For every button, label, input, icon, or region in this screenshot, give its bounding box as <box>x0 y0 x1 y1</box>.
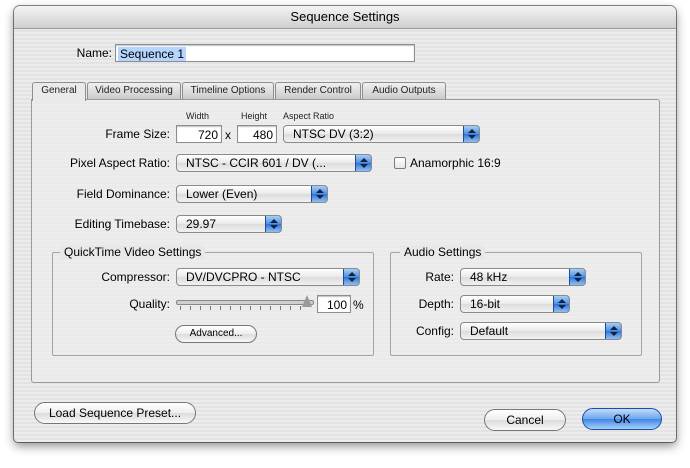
editing-timebase-value: 29.97 <box>186 217 217 231</box>
depth-value: 16-bit <box>470 297 501 311</box>
anamorphic-label: Anamorphic 16:9 <box>410 156 501 170</box>
quality-slider[interactable] <box>176 300 314 305</box>
config-value: Default <box>470 324 509 338</box>
slider-tick <box>250 306 251 310</box>
width-field[interactable]: 720 <box>176 125 222 143</box>
slider-tick <box>230 306 231 310</box>
window-title: Sequence Settings <box>14 6 676 29</box>
chevron-updown-icon <box>605 323 621 339</box>
config-label: Config: <box>415 324 454 338</box>
chevron-updown-icon <box>463 126 479 142</box>
tab-timeline-options[interactable]: Timeline Options <box>182 82 274 100</box>
tab-general[interactable]: General <box>32 82 86 101</box>
tab-video-processing[interactable]: Video Processing <box>87 82 181 100</box>
slider-thumb[interactable] <box>302 295 312 307</box>
load-sequence-preset-button[interactable]: Load Sequence Preset... <box>34 402 196 424</box>
height-column-header: Height <box>241 111 268 121</box>
slider-tick <box>290 306 291 310</box>
slider-tick <box>190 306 191 310</box>
aspect-ratio-value: NTSC DV (3:2) <box>293 127 374 141</box>
advanced-button[interactable]: Advanced... <box>175 325 257 343</box>
chevron-updown-icon <box>311 186 327 202</box>
chevron-updown-icon <box>569 269 585 285</box>
field-dominance-popup[interactable]: Lower (Even) <box>176 185 328 203</box>
aspect-column-header: Aspect Ratio <box>283 111 335 121</box>
quality-label: Quality: <box>129 297 170 311</box>
rate-label: Rate: <box>425 270 454 284</box>
ok-button[interactable]: OK <box>582 408 662 430</box>
depth-label: Depth: <box>418 297 454 311</box>
slider-tick <box>300 306 301 310</box>
quality-unit: % <box>353 298 364 312</box>
pixel-aspect-popup[interactable]: NTSC - CCIR 601 / DV (... <box>176 154 372 172</box>
rate-value: 48 kHz <box>470 270 508 284</box>
chevron-updown-icon <box>355 155 371 171</box>
name-label: Name: <box>76 46 112 60</box>
field-dominance-label: Field Dominance: <box>76 187 170 201</box>
slider-tick <box>270 306 271 310</box>
sequence-settings-window: Sequence Settings Name: Sequence 1 Gener… <box>14 6 676 442</box>
frame-size-label: Frame Size: <box>105 127 170 141</box>
audio-settings-title: Audio Settings <box>400 245 486 259</box>
quicktime-settings-title: QuickTime Video Settings <box>60 245 206 259</box>
compressor-value: DV/DVCPRO - NTSC <box>186 270 301 284</box>
slider-tick <box>210 306 211 310</box>
chevron-updown-icon <box>553 296 569 312</box>
editing-timebase-popup[interactable]: 29.97 <box>176 215 282 233</box>
name-value: Sequence 1 <box>118 47 187 61</box>
anamorphic-checkbox[interactable] <box>394 157 406 169</box>
height-field[interactable]: 480 <box>237 125 277 143</box>
width-column-header: Width <box>186 111 210 121</box>
pixel-aspect-value: NTSC - CCIR 601 / DV (... <box>186 156 327 170</box>
slider-tick <box>220 306 221 310</box>
tab-render-control[interactable]: Render Control <box>275 82 361 100</box>
chevron-updown-icon <box>343 269 359 285</box>
slider-tick <box>200 306 201 310</box>
cancel-button[interactable]: Cancel <box>484 409 566 431</box>
slider-tick <box>280 306 281 310</box>
name-field[interactable]: Sequence 1 <box>115 44 415 62</box>
tab-audio-outputs[interactable]: Audio Outputs <box>362 82 446 100</box>
slider-tick <box>180 306 181 310</box>
slider-tick <box>260 306 261 310</box>
slider-tick <box>240 306 241 310</box>
config-popup[interactable]: Default <box>460 322 622 340</box>
rate-popup[interactable]: 48 kHz <box>460 268 586 286</box>
compressor-popup[interactable]: DV/DVCPRO - NTSC <box>176 268 360 286</box>
pixel-aspect-label: Pixel Aspect Ratio: <box>69 156 170 170</box>
aspect-ratio-popup[interactable]: NTSC DV (3:2) <box>283 125 480 143</box>
field-dominance-value: Lower (Even) <box>186 187 258 201</box>
editing-timebase-label: Editing Timebase: <box>74 217 170 231</box>
depth-popup[interactable]: 16-bit <box>460 295 570 313</box>
chevron-updown-icon <box>265 216 281 232</box>
compressor-label: Compressor: <box>101 270 170 284</box>
times-sign: x <box>225 128 231 142</box>
quality-field[interactable]: 100 <box>317 295 351 313</box>
